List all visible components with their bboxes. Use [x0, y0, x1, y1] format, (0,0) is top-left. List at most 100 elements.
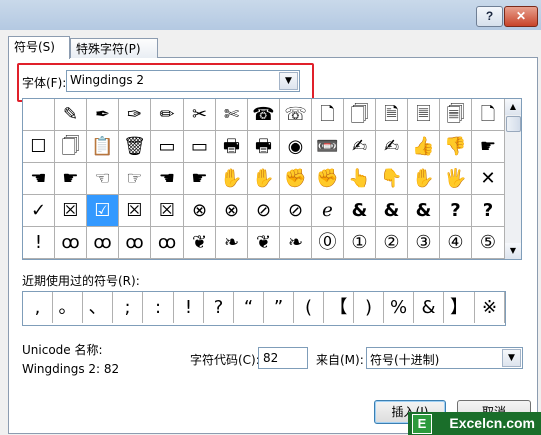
symbol-cell[interactable]: 🗍 — [344, 99, 376, 131]
tab-special-characters[interactable]: 特殊字符(P) — [70, 38, 158, 58]
recent-symbol-cell[interactable]: ( — [294, 292, 324, 323]
symbol-cell[interactable]: ✏ — [151, 99, 184, 131]
symbol-cell[interactable]: ☒ — [151, 195, 184, 227]
symbol-cell[interactable]: 🗍 — [55, 131, 87, 163]
symbol-cell[interactable]: 🗐 — [440, 99, 472, 131]
symbol-cell[interactable]: ☛ — [472, 131, 505, 163]
symbol-cell[interactable]: 🖶 — [216, 131, 248, 163]
symbol-cell[interactable]: ⓪ — [312, 227, 344, 259]
symbol-cell[interactable]: ④ — [440, 227, 472, 259]
symbol-cell[interactable]: ✋ — [216, 163, 248, 195]
symbol-cell[interactable]: ✎ — [55, 99, 87, 131]
symbol-cell[interactable]: 🗋 — [312, 99, 344, 131]
symbol-cell[interactable]: ✄ — [216, 99, 248, 131]
symbol-cell[interactable]: & — [408, 195, 440, 227]
symbol-cell[interactable]: 🗎 — [376, 99, 408, 131]
recent-symbol-cell[interactable]: : — [143, 292, 174, 323]
symbol-cell[interactable]: ? — [472, 195, 505, 227]
symbol-cell[interactable]: ☜ — [87, 163, 119, 195]
symbol-cell[interactable]: ⊘ — [248, 195, 280, 227]
symbol-cell[interactable]: 👆 — [344, 163, 376, 195]
symbol-cell[interactable]: ☒ — [119, 195, 151, 227]
symbol-cell[interactable]: ☚ — [23, 163, 55, 195]
symbol-cell[interactable]: 👍 — [408, 131, 440, 163]
symbol-cell[interactable]: 🗋 — [472, 99, 505, 131]
symbol-grid[interactable]: ✎ ✒ ✑ ✏ ✂ ✄ ☎ ☏ 🗋 🗍 🗎 🗏 🗐 🗋 ☐ 🗍 📋 🗑 ▭ ▭ 🖶 🖶 ◉ 📼 ✍ ✍ 👍 👎 ☛ ☚ ☛ ☜ ☞ ☚ ☛ ✋ ✋ ✊ ✊ 👆… — [22, 98, 506, 260]
symbol-cell[interactable]: ✂ — [184, 99, 216, 131]
symbol-cell[interactable]: ❧ — [280, 227, 312, 259]
tab-symbols[interactable]: 符号(S) — [8, 36, 70, 59]
symbol-cell[interactable]: ☒ — [55, 195, 87, 227]
symbol-cell[interactable]: ✕ — [472, 163, 505, 195]
recent-symbol-cell[interactable]: ! — [174, 292, 204, 323]
symbol-cell[interactable]: ⊗ — [184, 195, 216, 227]
symbol-cell[interactable]: ✋ — [408, 163, 440, 195]
scroll-thumb[interactable] — [506, 116, 521, 132]
symbol-cell[interactable]: ✍ — [376, 131, 408, 163]
symbol-cell[interactable]: ⊘ — [280, 195, 312, 227]
symbol-cell[interactable]: 🗑 — [119, 131, 151, 163]
symbol-cell[interactable]: ⑤ — [472, 227, 505, 259]
recent-symbol-cell[interactable]: 。 — [53, 292, 83, 323]
symbol-cell[interactable]: ✊ — [312, 163, 344, 195]
symbol-cell[interactable]: ℯ — [312, 195, 344, 227]
symbol-cell[interactable]: ☐ — [23, 131, 55, 163]
from-select[interactable]: 符号(十进制) ▼ — [366, 347, 523, 369]
recent-symbol-cell[interactable]: 【 — [324, 292, 354, 323]
symbol-cell[interactable]: ✍ — [344, 131, 376, 163]
symbol-cell[interactable]: ! — [23, 227, 55, 259]
symbol-cell[interactable]: ▭ — [184, 131, 216, 163]
symbol-cell[interactable]: ✋ — [248, 163, 280, 195]
symbol-cell[interactable] — [23, 99, 55, 131]
symbol-cell[interactable]: ☚ — [151, 163, 184, 195]
symbol-cell[interactable]: 🖐 — [440, 163, 472, 195]
symbol-cell[interactable]: 👎 — [440, 131, 472, 163]
symbol-cell[interactable]: ꝏ — [87, 227, 119, 259]
symbol-cell[interactable]: ③ — [408, 227, 440, 259]
symbol-cell[interactable]: ☞ — [119, 163, 151, 195]
symbol-cell[interactable]: 🗏 — [408, 99, 440, 131]
symbol-cell[interactable]: & — [376, 195, 408, 227]
symbol-cell[interactable]: ❦ — [184, 227, 216, 259]
char-code-input[interactable]: 82 — [258, 347, 308, 369]
recent-symbol-cell[interactable]: & — [414, 292, 444, 323]
symbol-cell[interactable]: ❧ — [216, 227, 248, 259]
recent-symbol-cell[interactable]: 】 — [444, 292, 475, 323]
symbol-cell[interactable]: ? — [440, 195, 472, 227]
symbol-cell[interactable]: ☑ — [87, 195, 119, 227]
symbol-cell[interactable]: 🖶 — [248, 131, 280, 163]
symbol-cell[interactable]: 📼 — [312, 131, 344, 163]
recent-symbol-cell[interactable]: “ — [234, 292, 264, 323]
recent-symbol-cell[interactable]: % — [384, 292, 414, 323]
symbol-cell[interactable]: ☛ — [55, 163, 87, 195]
recent-symbol-cell[interactable]: ” — [264, 292, 294, 323]
grid-scrollbar[interactable]: ▲ ▼ — [505, 98, 522, 260]
symbol-cell[interactable]: & — [344, 195, 376, 227]
scroll-up-icon[interactable]: ▲ — [505, 99, 521, 115]
recent-symbol-cell[interactable]: , — [23, 292, 53, 323]
chevron-down-icon[interactable]: ▼ — [502, 349, 521, 367]
close-button[interactable]: ✕ — [504, 6, 538, 27]
symbol-cell[interactable]: ꝏ — [119, 227, 151, 259]
symbol-cell[interactable]: ② — [376, 227, 408, 259]
recent-symbols-list[interactable]: ,。、;:!? “”(【)% &】 ※ — [22, 291, 506, 326]
symbol-cell[interactable]: ▭ — [151, 131, 184, 163]
recent-symbol-cell[interactable]: ) — [354, 292, 384, 323]
symbol-cell[interactable]: ꝏ — [151, 227, 184, 259]
recent-symbol-cell[interactable]: 、 — [83, 292, 113, 323]
symbol-cell[interactable]: 📋 — [87, 131, 119, 163]
symbol-cell[interactable]: ☛ — [184, 163, 216, 195]
recent-symbol-cell[interactable]: ※ — [475, 292, 505, 323]
symbol-cell[interactable]: 👇 — [376, 163, 408, 195]
symbol-cell[interactable]: ✒ — [87, 99, 119, 131]
recent-symbol-cell[interactable]: ; — [113, 292, 143, 323]
symbol-cell[interactable]: ✓ — [23, 195, 55, 227]
symbol-cell[interactable]: ☎ — [248, 99, 280, 131]
help-button[interactable]: ? — [476, 6, 503, 27]
symbol-cell[interactable]: ✑ — [119, 99, 151, 131]
recent-symbol-cell[interactable]: ? — [204, 292, 234, 323]
symbol-cell[interactable]: ꝏ — [55, 227, 87, 259]
symbol-cell[interactable]: ⊗ — [216, 195, 248, 227]
symbol-cell[interactable]: ① — [344, 227, 376, 259]
symbol-cell[interactable]: ☏ — [280, 99, 312, 131]
